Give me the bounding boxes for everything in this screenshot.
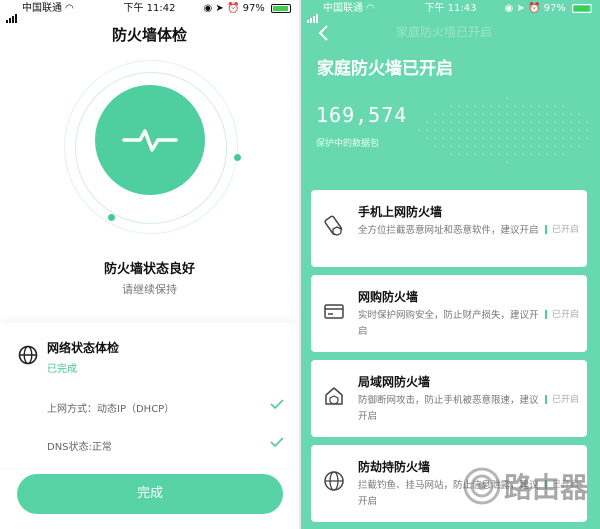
check-card-title: 网络状态体检 [47,341,120,355]
check-card-status: 已完成 [47,364,77,375]
toggle-state: 已开启 [551,225,579,235]
toggle-state: 已开启 [551,310,579,320]
packet-count: 169,574 [316,103,408,127]
firewall-name: 局域网防火墙 [358,375,431,389]
battery-icon [572,3,592,13]
alarm-icon: ⏰ [527,3,541,14]
toggle-state: 已开启 [551,395,579,405]
firewall-toggle[interactable]: 已开启 [544,307,579,320]
globe-icon [322,469,346,497]
firewall-status-circle [95,85,205,195]
packet-count-label: 保护中的数据包 [316,139,380,149]
firewall-card[interactable]: 网购防火墙 实时保护网购安全，防止财产损失，建议开启 已开启 [311,275,587,352]
lock-rotation-icon: ◉ [504,3,514,14]
page-title: 防火墙体检 [111,26,187,44]
heartbeat-icon [122,129,178,152]
check-row: 上网方式：动态IP（DHCP） [47,399,287,415]
nav-title-faded: 家庭防火墙已开启 [396,25,493,39]
firewall-toggle[interactable]: 已开启 [544,392,579,405]
status-title: 防火墙状态良好 [103,262,195,277]
firewall-name: 防劫持防火墙 [358,460,431,474]
right-screen: 中国联通 ◠ 下午 11:43 ◉ ➤ ⏰ 97% 家庭防火墙已开启 家庭防火墙… [301,0,600,529]
location-icon: ➤ [516,3,525,14]
watermark-logo: 路由器 [463,467,589,505]
check-icon [270,437,284,450]
check-row-label: 上网方式：动态IP（DHCP） [47,404,175,415]
back-icon[interactable] [317,25,329,46]
firewall-name: 手机上网防火墙 [358,205,443,219]
status-subtitle: 请继续保持 [122,283,177,296]
page-title: 家庭防火墙已开启 [317,59,453,79]
globe-icon [18,345,38,369]
check-row-label: DNS状态:正常 [47,442,112,453]
firewall-name: 网购防火墙 [358,290,419,304]
lan-house-icon [322,384,346,412]
check-icon [270,399,284,412]
dot-pattern [417,96,589,164]
battery-icon [271,3,291,13]
orbit-dot [108,214,115,221]
status-bar: 中国联通 ◠ 下午 11:42 ◉ ➤ ⏰ 97% [0,0,299,23]
done-button[interactable]: 完成 [17,474,283,514]
firewall-card[interactable]: 局域网防火墙 防御断网攻击，防止手机被恶意限速，建议开启 已开启 [311,360,587,437]
alarm-icon: ⏰ [226,3,240,14]
lock-rotation-icon: ◉ [203,3,213,14]
status-bar: 中国联通 ◠ 下午 11:43 ◉ ➤ ⏰ 97% [301,0,600,23]
phone-shield-icon [322,214,346,242]
firewall-card[interactable]: 手机上网防火墙 全方位拦截恶意网址和恶意软件，建议开启 已开启 [311,190,587,267]
firewall-description: 实时保护网购安全，防止财产损失，建议开启 [358,310,539,337]
location-icon: ➤ [215,3,224,14]
orbit-dot [234,154,241,161]
check-row: DNS状态:正常 [47,437,287,453]
firewall-description: 全方位拦截恶意网址和恶意软件，建议开启 [358,225,539,236]
firewall-toggle[interactable]: 已开启 [544,222,579,235]
firewall-description: 防御断网攻击，防止手机被恶意限速，建议开启 [358,395,539,422]
battery-percent: 97% [242,3,265,14]
left-screen: 中国联通 ◠ 下午 11:42 ◉ ➤ ⏰ 97% 防火墙体检 防火墙状态良好 … [0,0,299,529]
watermark-text: 路由器 [504,471,589,504]
card-icon [322,299,346,327]
battery-percent: 97% [543,3,566,14]
